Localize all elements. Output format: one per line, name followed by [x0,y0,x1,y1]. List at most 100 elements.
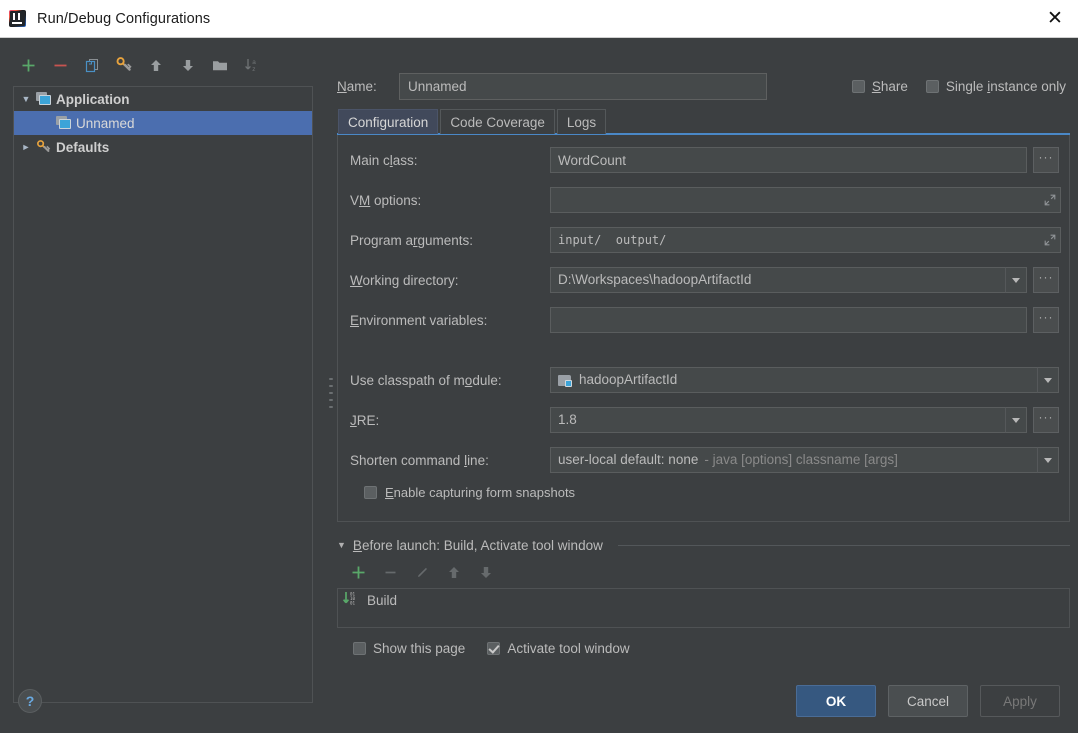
environment-variables-label: Environment variables: [350,312,488,328]
jre-row: JRE: 1.8 ··· [350,407,1059,433]
move-up-button[interactable] [140,52,172,78]
chevron-down-icon [1044,457,1052,463]
main-class-row: Main class: ··· [350,147,1059,173]
before-launch-twisty-icon[interactable]: ▼ [337,541,346,550]
before-launch-add-button[interactable] [343,560,373,584]
program-arguments-input[interactable] [550,227,1061,253]
sort-alphabetically-button[interactable]: a z [236,52,268,78]
close-window-icon[interactable]: ✕ [1032,0,1078,37]
share-checkbox[interactable] [851,79,865,93]
use-classpath-module-dropdown-button[interactable] [1037,367,1059,393]
environment-variables-control: ··· [550,307,1059,333]
tab-configuration[interactable]: Configuration [338,109,439,134]
tree-item-label: Application [56,91,130,107]
jre-dropdown-button[interactable] [1005,407,1027,433]
tree-twisty-collapsed-icon[interactable]: ► [16,142,36,152]
environment-variables-input[interactable] [550,307,1027,333]
tab-code-coverage[interactable]: Code Coverage [440,109,555,134]
before-launch-task-build[interactable]: 01 10 01 Build [338,589,1069,611]
configurations-tree[interactable]: ▼ Application Unnamed ► Defaults [13,86,313,703]
environment-variables-browse-button[interactable]: ··· [1033,307,1059,333]
move-down-button[interactable] [172,52,204,78]
tree-item-application[interactable]: ▼ Application [14,87,312,111]
name-input[interactable] [399,72,767,100]
panel-splitter[interactable] [327,38,335,709]
cancel-button[interactable]: Cancel [888,685,968,717]
activate-tool-window-row[interactable]: Activate tool window [487,641,630,656]
shorten-command-line-dropdown-button[interactable] [1037,447,1059,473]
before-launch-options: Show this page Activate tool window [337,641,1070,656]
tab-logs[interactable]: Logs [556,109,607,134]
show-this-page-label: Show this page [373,641,466,656]
before-launch-toolbar [337,557,1070,587]
edit-defaults-button[interactable] [108,52,140,78]
apply-button[interactable]: Apply [980,685,1060,717]
application-icon [56,116,72,130]
main-class-label: Main class: [350,152,418,168]
use-classpath-module-value-wrap[interactable]: hadoopArtifactId [550,367,1038,393]
jre-label: JRE: [350,412,380,428]
main-class-browse-button[interactable]: ··· [1033,147,1059,173]
show-this-page-checkbox[interactable] [353,642,366,655]
working-directory-row: Working directory: D:\Workspaces\hadoopA… [350,267,1059,293]
jre-control: 1.8 ··· [550,407,1059,433]
single-instance-checkbox[interactable] [925,79,939,93]
tree-item-label: Defaults [56,139,110,155]
before-launch-remove-button[interactable] [375,560,405,584]
shorten-command-line-label: Shorten command line: [350,452,489,468]
name-row: Name: Share Single instance only [337,72,1070,100]
tree-item-unnamed[interactable]: Unnamed [14,111,312,135]
working-directory-browse-button[interactable]: ··· [1033,267,1059,293]
working-directory-combo[interactable]: D:\Workspaces\hadoopArtifactId [550,267,1027,293]
jre-combo[interactable]: 1.8 [550,407,1027,433]
shorten-command-line-hint: - java [options] classname [args] [704,452,898,467]
before-launch-title: Before launch: Build, Activate tool wind… [352,538,603,553]
enable-snapshots-row[interactable]: Enable capturing form snapshots [364,485,1059,500]
shorten-command-line-combo[interactable]: user-local default: none - java [options… [550,447,1059,473]
tree-item-defaults[interactable]: ► Defaults [14,135,312,159]
use-classpath-module-combo[interactable]: hadoopArtifactId [550,367,1059,393]
svg-text:a: a [252,59,256,66]
program-arguments-row: Program arguments: [350,227,1061,253]
before-launch-edit-button[interactable] [407,560,437,584]
working-directory-value[interactable]: D:\Workspaces\hadoopArtifactId [550,267,1006,293]
tree-twisty-expanded-icon[interactable]: ▼ [16,94,36,104]
jre-browse-button[interactable]: ··· [1033,407,1059,433]
vm-options-control [550,187,1061,213]
activate-tool-window-label: Activate tool window [507,641,630,656]
application-icon [36,92,52,106]
ok-button[interactable]: OK [796,685,876,717]
remove-configuration-button[interactable] [44,52,76,78]
share-label: Share [871,78,908,94]
copy-configuration-button[interactable] [76,52,108,78]
shorten-command-line-value-wrap[interactable]: user-local default: none - java [options… [550,447,1038,473]
vm-options-row: VM options: [350,187,1061,213]
add-configuration-button[interactable] [12,52,44,78]
vm-options-label: VM options: [350,192,422,208]
working-directory-label: Working directory: [350,272,459,288]
expand-diagonal-icon[interactable] [1041,188,1059,212]
splitter-grip-icon[interactable] [328,378,334,414]
expand-diagonal-icon[interactable] [1041,228,1059,252]
before-launch-move-down-button[interactable] [471,560,501,584]
main-class-input[interactable] [550,147,1027,173]
before-launch-move-up-button[interactable] [439,560,469,584]
build-icon: 01 10 01 [342,591,360,609]
enable-snapshots-checkbox[interactable] [364,486,377,499]
share-checkbox-row[interactable]: Share [851,78,908,94]
vm-options-input[interactable] [550,187,1061,213]
working-directory-dropdown-button[interactable] [1005,267,1027,293]
new-folder-button[interactable] [204,52,236,78]
chevron-down-icon [1012,277,1020,283]
activate-tool-window-checkbox[interactable] [487,642,501,655]
before-launch-task-list[interactable]: 01 10 01 Build [337,588,1070,628]
wrench-key-icon [36,140,52,154]
single-instance-checkbox-row[interactable]: Single instance only [925,79,1066,94]
before-launch-header[interactable]: ▼ Before launch: Build, Activate tool wi… [337,538,1070,553]
shorten-command-line-row: Shorten command line: user-local default… [350,447,1059,473]
show-this-page-row[interactable]: Show this page [353,641,465,656]
before-launch-section: ▼ Before launch: Build, Activate tool wi… [337,538,1070,656]
jre-value[interactable]: 1.8 [550,407,1006,433]
help-button[interactable]: ? [18,689,42,713]
svg-text:01: 01 [350,600,356,605]
